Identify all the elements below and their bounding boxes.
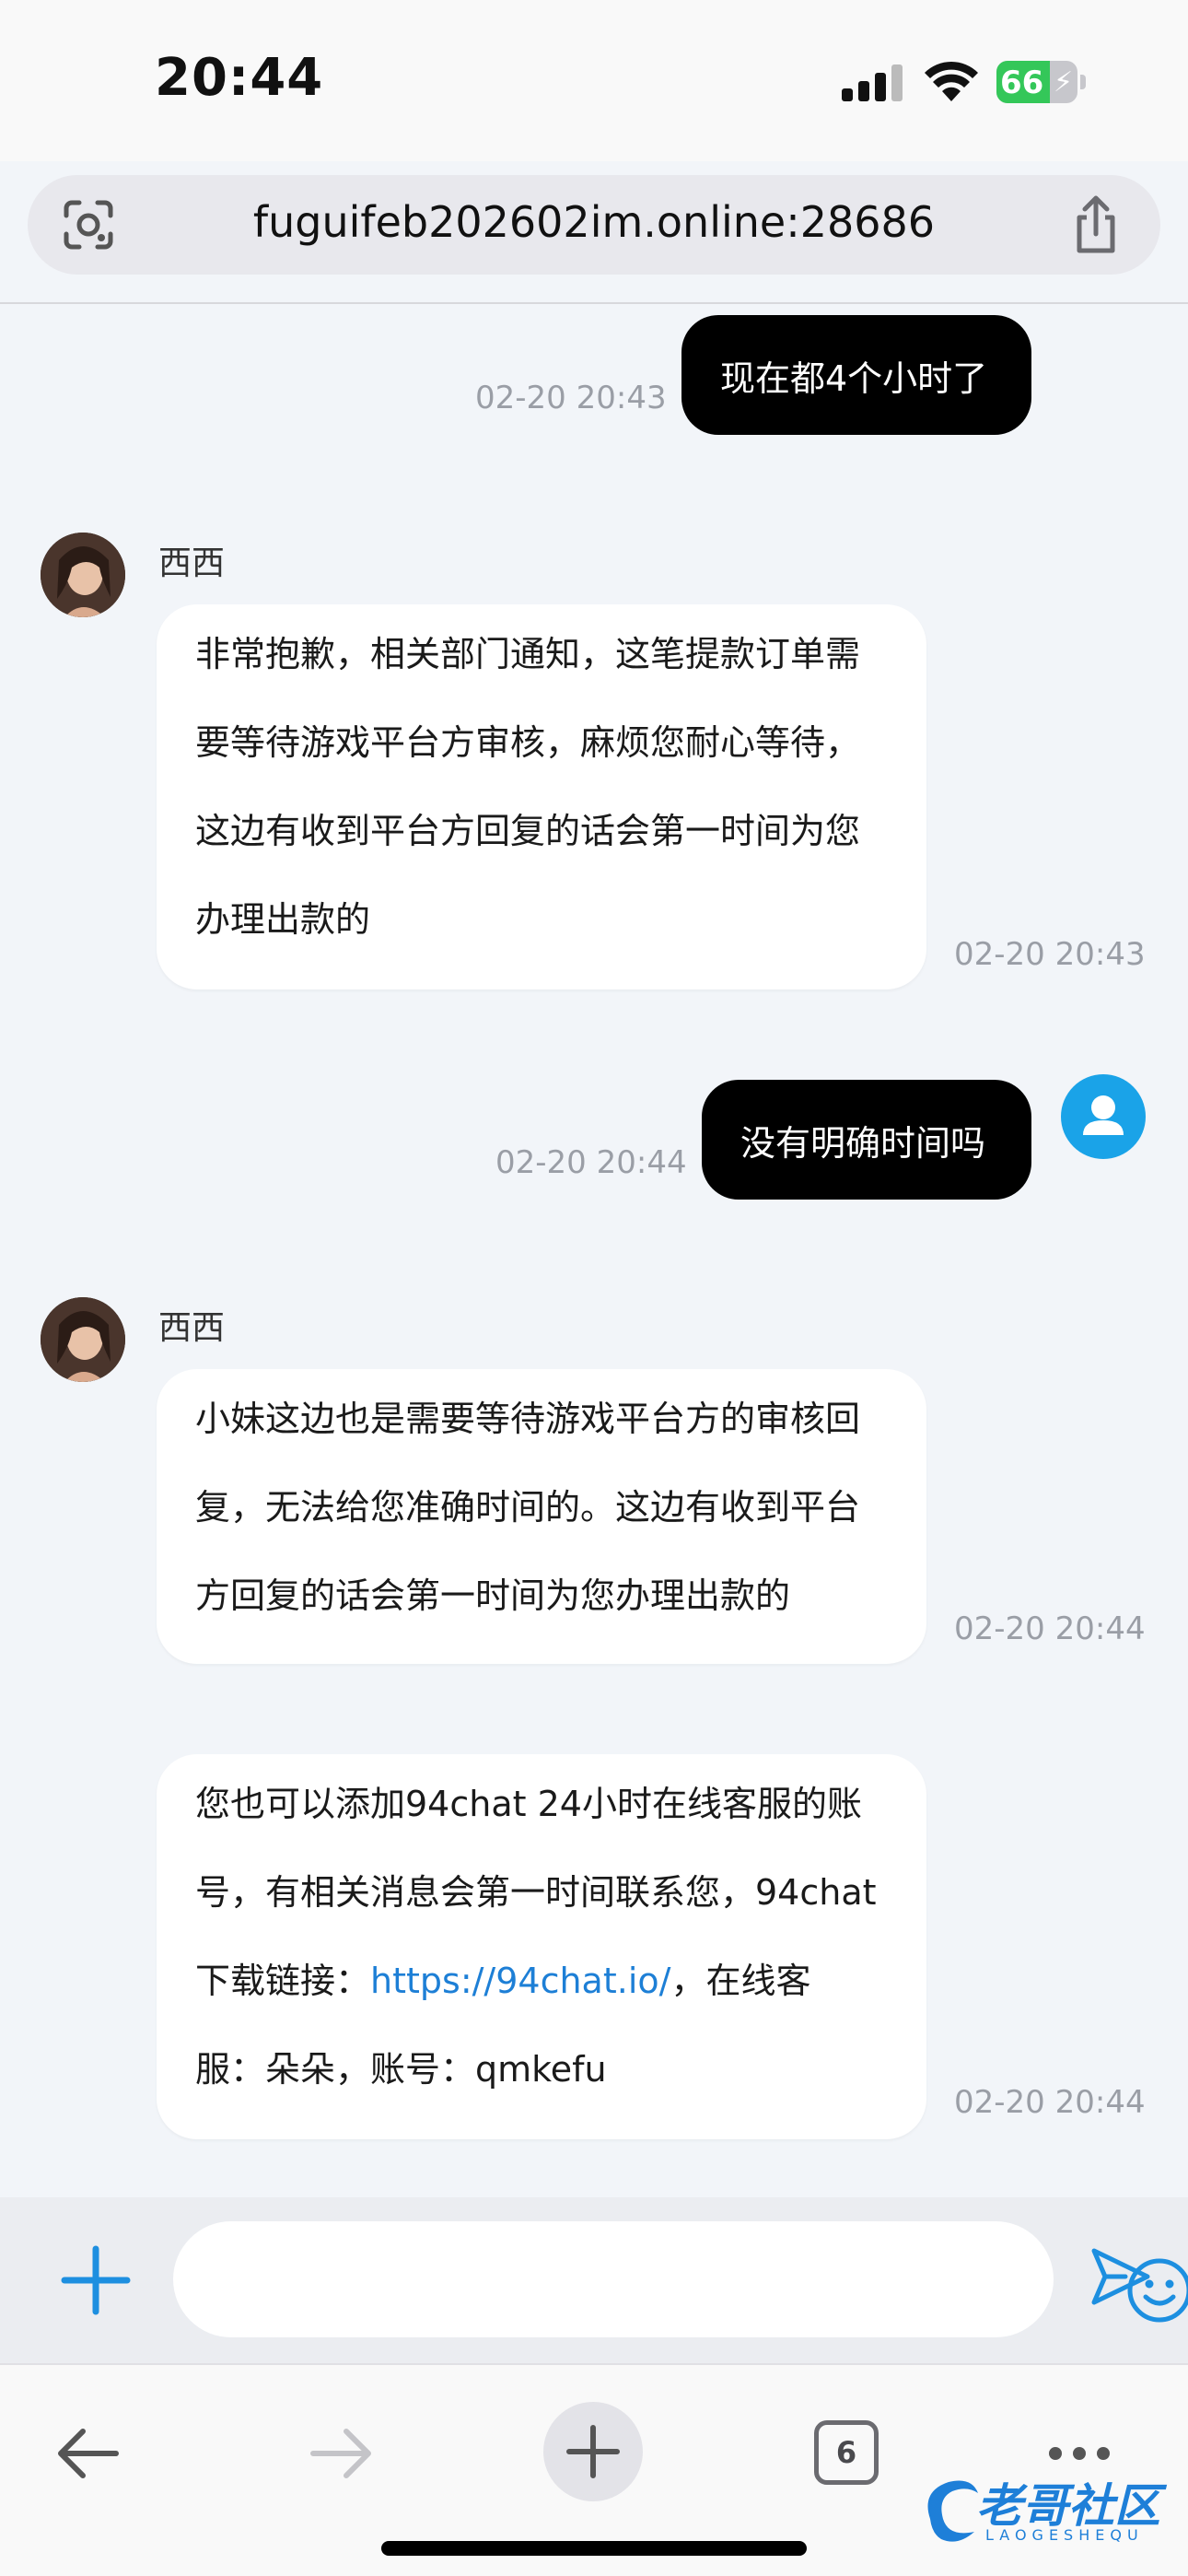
status-bar: 20:44 66 ⚡ [0, 0, 1188, 161]
message-timestamp: 02-20 20:43 [475, 380, 667, 416]
battery-nub [1080, 75, 1086, 89]
share-icon[interactable] [1068, 195, 1124, 254]
message-line: 要等待游戏平台方审核，麻烦您耐心等待， [195, 722, 861, 763]
url-text[interactable]: fuguifeb202602im.online:28686 [28, 197, 1160, 247]
forward-arrow-icon[interactable] [308, 2420, 374, 2487]
outgoing-message-bubble[interactable]: 现在都4个小时了 [681, 315, 1031, 435]
message-timestamp: 02-20 20:44 [495, 1144, 687, 1181]
incoming-message-bubble[interactable]: 小妹这边也是需要等待游戏平台方的审核回 复，无法给您准确时间的。这边有收到平台 … [157, 1369, 926, 1664]
wifi-icon [925, 61, 978, 101]
message-line: 这边有收到平台方回复的话会第一时间为您 [195, 811, 861, 851]
message-input-container[interactable] [173, 2221, 1188, 2337]
battery-percent: 66 [1000, 64, 1044, 101]
battery-indicator: 66 ⚡ [996, 61, 1086, 103]
watermark-logo: 老哥社区 LAOGESHEQU [921, 2469, 1179, 2552]
chat-messages[interactable]: 现在都4个小时了 02-20 20:43 西西 非常抱歉，相关部门通知，这笔提款… [0, 304, 1188, 2197]
message-text: 下载链接： [195, 1961, 371, 2001]
outgoing-message-bubble[interactable]: 没有明确时间吗 [702, 1080, 1031, 1200]
charging-bolt-icon: ⚡ [1054, 66, 1074, 99]
message-line: 非常抱歉，相关部门通知，这笔提款订单需 [195, 634, 861, 674]
message-timestamp: 02-20 20:44 [954, 1610, 1146, 1647]
cellular-signal-icon [842, 64, 903, 101]
message-text: 没有明确时间吗 [740, 1122, 986, 1164]
status-time: 20:44 [155, 48, 324, 108]
back-arrow-icon[interactable] [55, 2420, 122, 2487]
new-tab-button[interactable] [543, 2402, 643, 2501]
message-text: 现在都4个小时了 [720, 357, 988, 399]
message-line: 您也可以添加94chat 24小时在线客服的账 [195, 1784, 862, 1824]
message-input[interactable] [210, 2240, 910, 2319]
watermark-subtext: LAOGESHEQU [985, 2526, 1144, 2544]
incoming-message-bubble[interactable]: 非常抱歉，相关部门通知，这笔提款订单需 要等待游戏平台方审核，麻烦您耐心等待， … [157, 604, 926, 989]
user-silhouette-icon [1083, 1095, 1124, 1135]
agent-avatar-image [41, 533, 125, 617]
more-dots-icon[interactable] [1046, 2442, 1112, 2465]
message-line: 小妹这边也是需要等待游戏平台方的审核回 [195, 1399, 861, 1439]
home-indicator[interactable] [381, 2541, 807, 2556]
message-text: ，在线客 [670, 1961, 811, 2001]
sender-name: 西西 [158, 544, 226, 582]
agent-avatar[interactable] [41, 1297, 125, 1382]
battery-body: 66 ⚡ [996, 61, 1077, 103]
message-line: 方回复的话会第一时间为您办理出款的 [195, 1575, 791, 1616]
message-timestamp: 02-20 20:43 [954, 936, 1146, 973]
plus-icon[interactable] [57, 2242, 134, 2319]
new-tab-plus-icon [566, 2425, 620, 2478]
agent-avatar[interactable] [41, 533, 125, 617]
incoming-message-bubble[interactable]: 您也可以添加94chat 24小时在线客服的账 号，有相关消息会第一时间联系您，… [157, 1754, 926, 2139]
message-line: 办理出款的 [195, 899, 371, 940]
download-link[interactable]: https://94chat.io/ [370, 1961, 670, 2001]
message-line: 号，有相关消息会第一时间联系您，94chat [195, 1872, 877, 1913]
message-line: 复，无法给您准确时间的。这边有收到平台 [195, 1487, 861, 1528]
send-icon[interactable] [1087, 2243, 1153, 2310]
tabs-button[interactable]: 6 [814, 2420, 879, 2485]
message-line: 下载链接：https://94chat.io/，在线客 [195, 1937, 891, 2025]
message-timestamp: 02-20 20:44 [954, 2084, 1146, 2121]
sender-name: 西西 [158, 1309, 226, 1347]
user-avatar[interactable] [1061, 1074, 1146, 1159]
address-bar[interactable]: fuguifeb202602im.online:28686 [28, 175, 1160, 275]
message-line: 服：朵朵，账号：qmkefu [195, 2049, 607, 2090]
message-composer [0, 2197, 1188, 2363]
agent-avatar-image [41, 1297, 125, 1382]
